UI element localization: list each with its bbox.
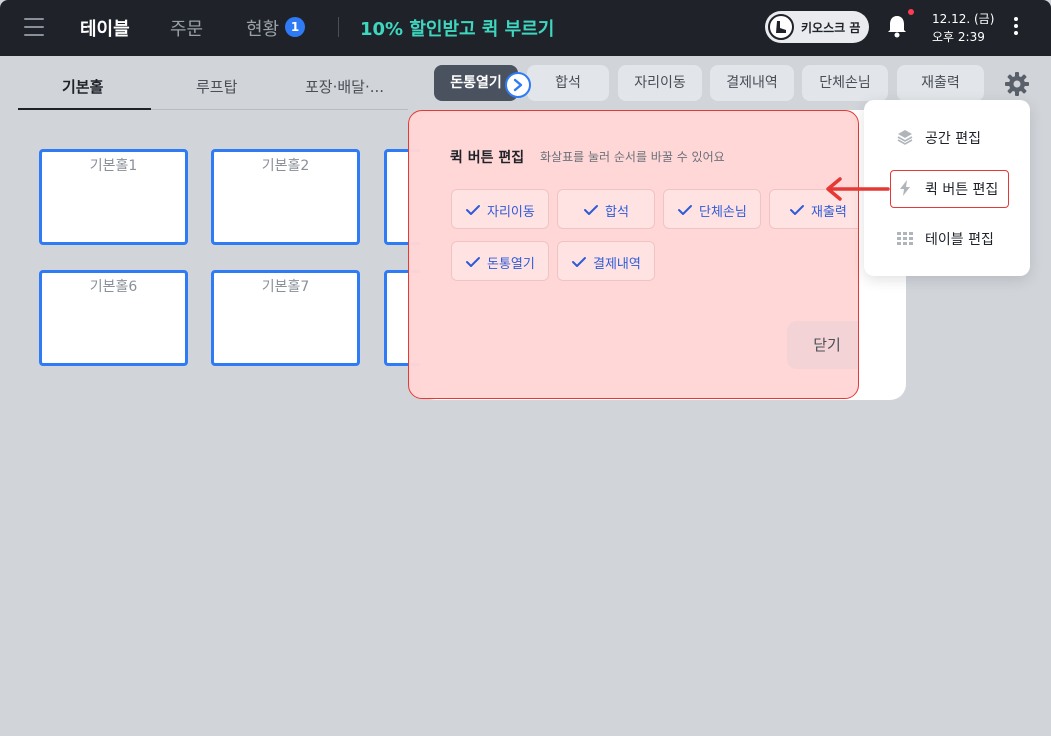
table-name: 기본홀1 — [89, 158, 138, 174]
kiosk-toggle[interactable]: 키오스크 끔 — [765, 11, 869, 43]
status-badge: 1 — [285, 17, 305, 37]
more-icon[interactable] — [1013, 17, 1019, 37]
chip-label: 단체손님 — [699, 205, 747, 220]
quick-button-payment-history[interactable]: 결제내역 — [710, 65, 794, 101]
scroll-right-icon[interactable] — [505, 72, 531, 98]
datetime: 12.12. (금) 오후 2:39 — [932, 10, 994, 46]
chip-cash-drawer[interactable]: 돈통열기 — [451, 241, 549, 281]
tab-takeout-delivery[interactable]: 포장·배달·... — [305, 76, 384, 97]
bell-icon[interactable] — [886, 14, 908, 38]
date-text: 12.12. (금) — [932, 12, 995, 26]
chip-label: 자리이동 — [487, 205, 535, 220]
menu-item-space-edit[interactable]: 공간 편집 — [864, 119, 1030, 155]
chip-label: 합석 — [605, 205, 629, 220]
table-name: 기본홀2 — [261, 158, 310, 174]
nav-status[interactable]: 현황 — [246, 15, 279, 41]
notification-dot — [908, 9, 914, 15]
check-icon — [466, 205, 480, 215]
top-bar: 테이블 주문 현황 1 10% 할인받고 퀵 부르기 키오스크 끔 12.12.… — [0, 0, 1051, 56]
nav-table[interactable]: 테이블 — [80, 15, 130, 41]
quick-button-move-seat[interactable]: 자리이동 — [618, 65, 702, 101]
menu-item-table-edit[interactable]: 테이블 편집 — [864, 220, 1030, 256]
check-icon — [572, 257, 586, 267]
promo-link[interactable]: 10% 할인받고 퀵 부르기 — [360, 15, 554, 41]
close-button[interactable]: 닫기 — [787, 321, 858, 369]
check-icon — [678, 205, 692, 215]
quick-button-edit-highlight: 퀵 버튼 편집 화살표를 눌러 순서를 바꿀 수 있어요 자리이동 합석 단체손… — [408, 110, 859, 399]
menu-item-label: 공간 편집 — [925, 131, 981, 147]
table-name: 기본홀7 — [261, 279, 310, 295]
check-icon — [584, 205, 598, 215]
kiosk-icon — [768, 14, 794, 40]
quick-button-reprint[interactable]: 재출력 — [897, 65, 984, 101]
annotation-arrow-icon — [826, 177, 890, 201]
chip-payment-history[interactable]: 결제내역 — [557, 241, 655, 281]
tab-basic-hall[interactable]: 기본홀 — [62, 76, 103, 97]
tab-rooftop[interactable]: 루프탑 — [196, 76, 237, 97]
check-icon — [466, 257, 480, 267]
grid-icon — [897, 232, 913, 245]
time-text: 오후 2:39 — [932, 30, 985, 44]
chip-group-guests[interactable]: 단체손님 — [663, 189, 761, 229]
active-tab-underline — [18, 108, 151, 110]
nav-order[interactable]: 주문 — [170, 15, 203, 41]
kiosk-label: 키오스크 끔 — [801, 21, 861, 35]
chip-label: 결제내역 — [593, 257, 641, 272]
chip-label: 재출력 — [811, 205, 847, 220]
hamburger-menu-icon[interactable] — [24, 18, 44, 36]
chip-merge[interactable]: 합석 — [557, 189, 655, 229]
chip-move-seat[interactable]: 자리이동 — [451, 189, 549, 229]
dialog-title: 퀵 버튼 편집 — [450, 150, 525, 166]
dialog-subtitle: 화살표를 눌러 순서를 바꿀 수 있어요 — [540, 150, 725, 164]
layers-icon — [897, 130, 913, 145]
nav-divider — [338, 17, 339, 37]
check-icon — [790, 205, 804, 215]
app-window: 테이블 주문 현황 1 10% 할인받고 퀵 부르기 키오스크 끔 12.12.… — [0, 0, 1051, 736]
quick-button-group-guests[interactable]: 단체손님 — [802, 65, 888, 101]
table-card[interactable]: 기본홀1 — [39, 149, 188, 245]
chip-label: 돈통열기 — [487, 257, 535, 272]
menu-item-highlight — [890, 170, 1009, 208]
table-card[interactable]: 기본홀7 — [211, 270, 360, 366]
table-name: 기본홀6 — [89, 279, 138, 295]
table-card[interactable]: 기본홀6 — [39, 270, 188, 366]
menu-item-label: 테이블 편집 — [925, 232, 994, 248]
table-card[interactable]: 기본홀2 — [211, 149, 360, 245]
quick-button-merge[interactable]: 합석 — [527, 65, 609, 101]
gear-icon[interactable] — [1004, 71, 1030, 97]
